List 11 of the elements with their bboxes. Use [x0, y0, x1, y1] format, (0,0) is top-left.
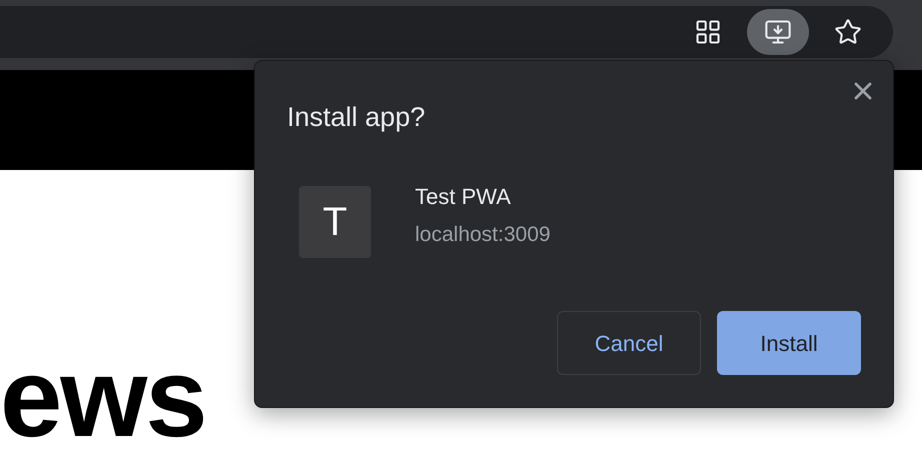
apps-grid-icon	[694, 18, 722, 46]
install-button[interactable]: Install	[717, 311, 861, 375]
dialog-title: Install app?	[287, 101, 426, 134]
install-button[interactable]	[747, 9, 809, 55]
cancel-button[interactable]: Cancel	[557, 311, 701, 375]
app-origin: localhost:3009	[415, 222, 550, 248]
star-icon	[834, 18, 862, 46]
page-heading: ews	[0, 342, 206, 454]
app-name: Test PWA	[415, 182, 512, 210]
app-icon: T	[299, 186, 371, 258]
install-icon	[764, 18, 792, 46]
